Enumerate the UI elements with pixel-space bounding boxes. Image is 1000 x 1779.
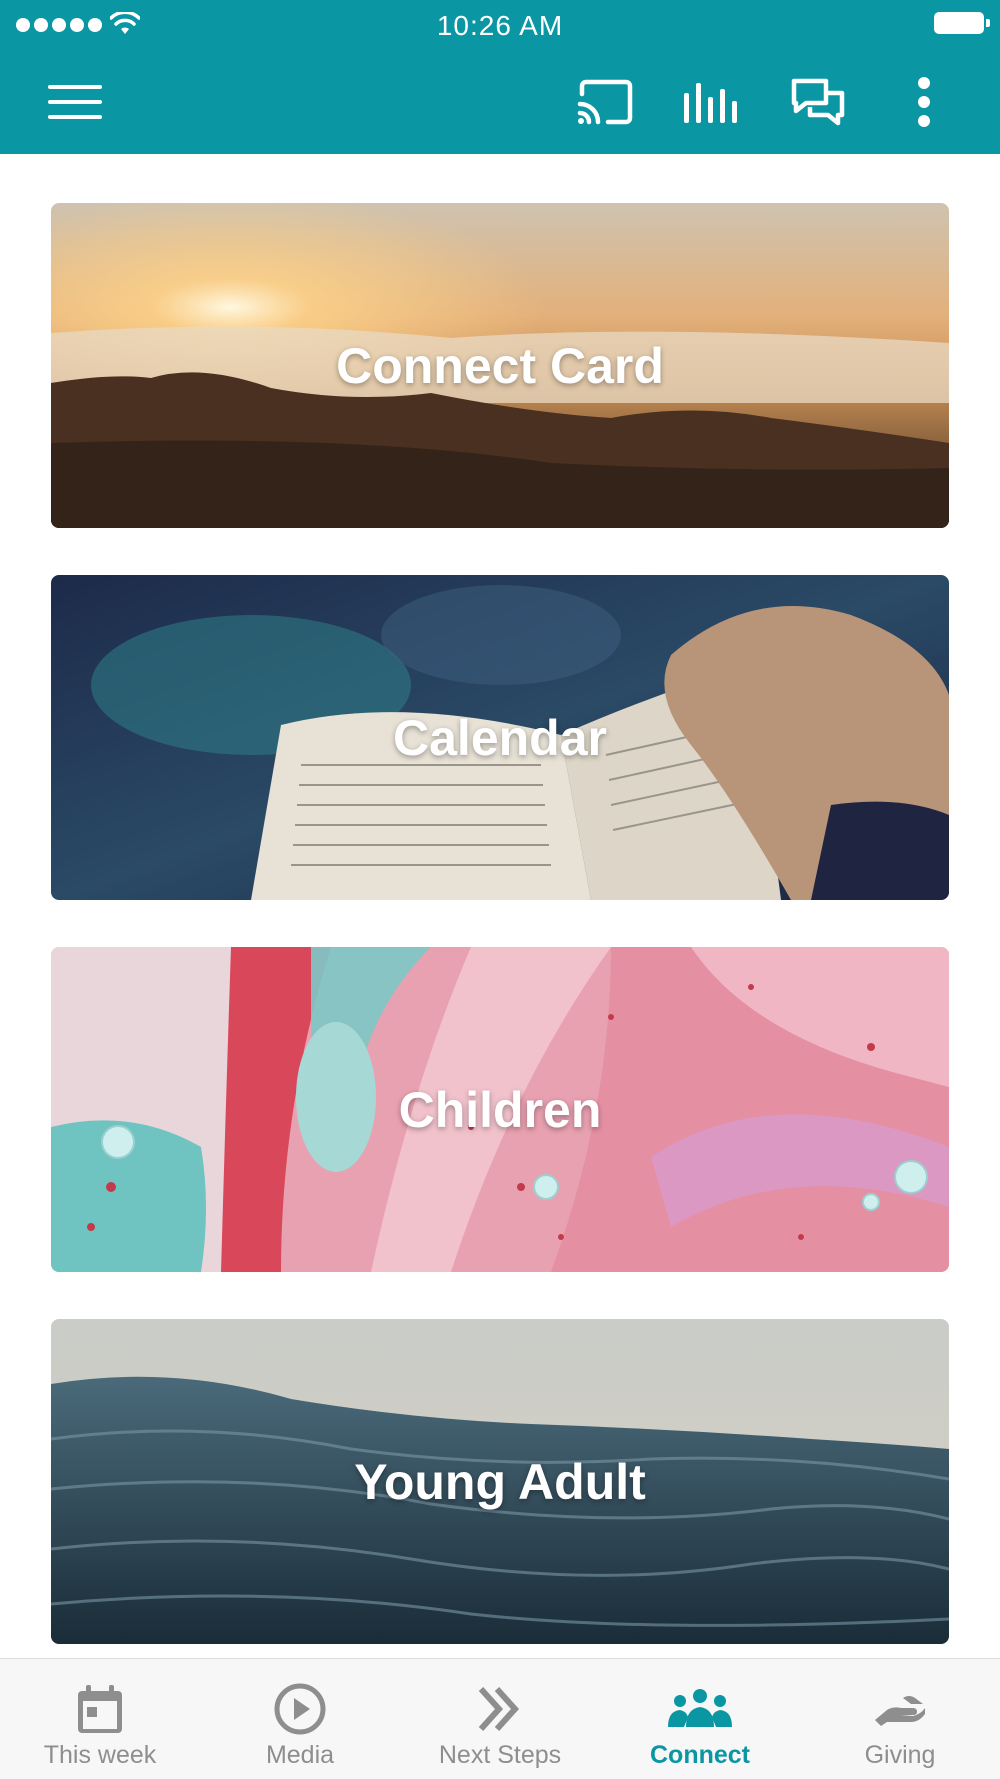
bar-chart-icon (684, 83, 737, 123)
tab-label: Giving (864, 1741, 936, 1769)
card-title: Calendar (393, 709, 607, 766)
young-adult-tile[interactable]: Young Adult (51, 1319, 949, 1644)
tab-next-steps[interactable]: Next Steps (400, 1659, 600, 1779)
chat-bubbles-icon (791, 78, 845, 126)
tab-media[interactable]: Media (200, 1659, 400, 1779)
tab-label: Connect (650, 1741, 750, 1769)
tab-label: Next Steps (438, 1741, 562, 1769)
status-time: 10:26 AM (436, 10, 564, 41)
bottom-tab-bar: This week Media Next Steps Connect Givin… (0, 1658, 1000, 1779)
connect-card-tile[interactable]: Connect Card (51, 203, 949, 528)
status-bar: 10:26 AM (0, 0, 1000, 50)
cast-icon (577, 79, 633, 125)
top-toolbar (0, 50, 1000, 154)
hamburger-menu-button[interactable] (36, 72, 116, 132)
tab-label: Media (265, 1741, 335, 1769)
tab-connect[interactable]: Connect (600, 1659, 800, 1779)
more-vertical-icon (918, 77, 930, 127)
hamburger-menu-icon (48, 85, 102, 119)
card-title: Connect Card (336, 337, 664, 394)
card-title: Children (398, 1081, 602, 1138)
double-chevron-icon (478, 1686, 520, 1732)
calendar-tile[interactable]: Calendar (51, 575, 949, 900)
card-title: Young Adult (354, 1453, 646, 1510)
stats-button[interactable] (676, 72, 746, 132)
people-group-icon (668, 1689, 732, 1727)
content-list: Connect Card Calendar Children Young Adu… (0, 154, 1000, 1658)
battery-icon (934, 12, 990, 34)
calendar-icon (78, 1685, 122, 1733)
tab-this-week[interactable]: This week (0, 1659, 200, 1779)
more-button[interactable] (896, 72, 952, 132)
cast-button[interactable] (570, 72, 640, 132)
tab-label: This week (43, 1741, 157, 1769)
play-circle-icon (274, 1683, 326, 1735)
tab-giving[interactable]: Giving (800, 1659, 1000, 1779)
children-tile[interactable]: Children (51, 947, 949, 1272)
chat-button[interactable] (782, 72, 854, 132)
giving-hand-icon (875, 1696, 925, 1726)
